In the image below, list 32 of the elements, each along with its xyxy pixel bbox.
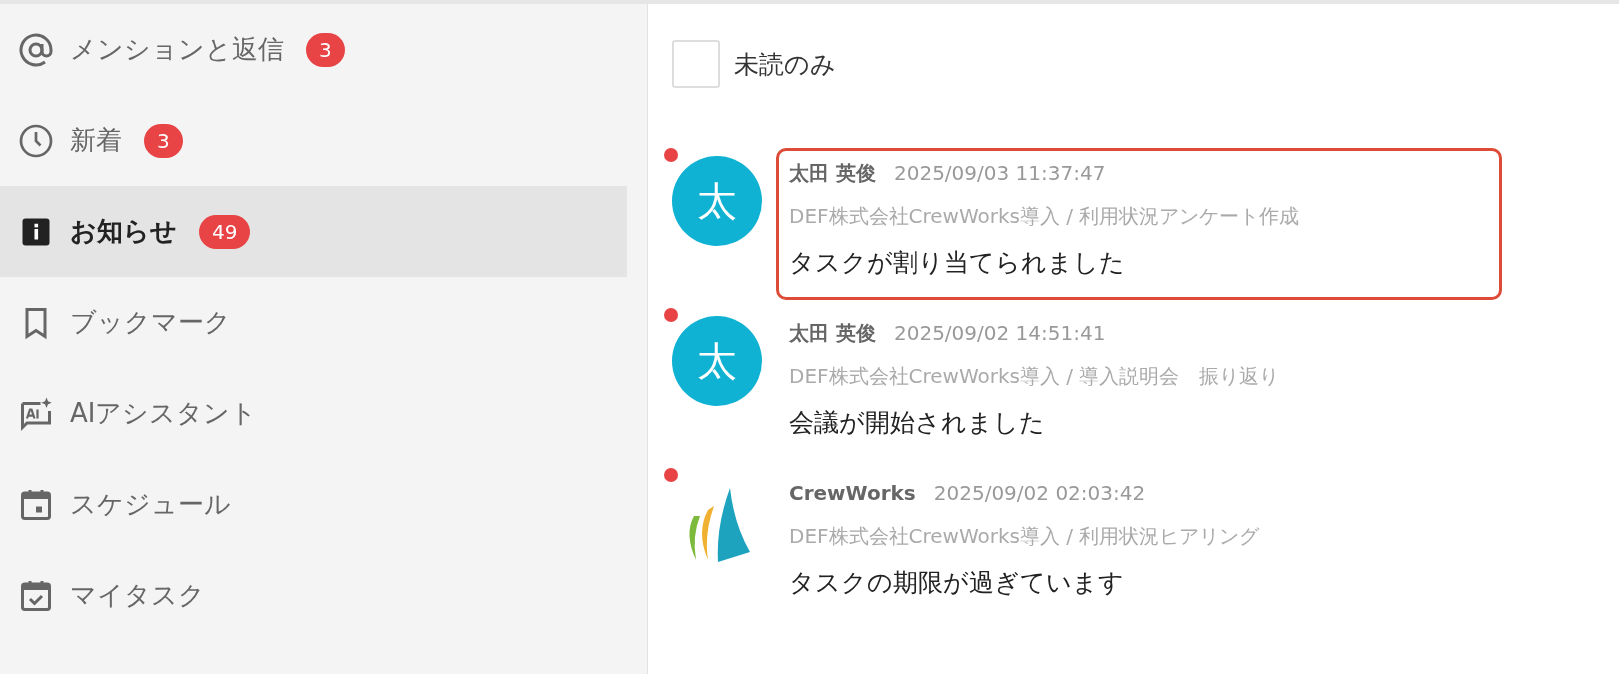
sidebar-item[interactable]: マイタスク <box>0 550 627 641</box>
at-icon <box>18 31 54 68</box>
clock-icon <box>18 122 54 159</box>
sender-name: 太田 英俊 <box>789 320 876 347</box>
avatar: 太 <box>672 156 762 246</box>
ai-chat-icon <box>18 395 54 432</box>
count-badge: 49 <box>199 214 251 249</box>
notification-card[interactable]: CrewWorks 2025/09/02 02:03:42 DEF株式会社CrewWorks導入 / 利用状況ヒアリング タスクの期限が過ぎています <box>776 468 1502 620</box>
notification-message: タスクの期限が過ぎています <box>789 567 1125 599</box>
avatar: 太 <box>672 316 762 406</box>
notification-message: タスクが割り当てられました <box>789 247 1126 279</box>
notification-card[interactable]: 太田 英俊 2025/09/03 11:37:47 DEF株式会社CrewWorks導入 / 利用状況アンケート作成 タスクが割り当てられました <box>776 148 1502 300</box>
count-badge: 3 <box>144 123 183 158</box>
checkbox-label[interactable]: 未読のみ <box>734 47 836 81</box>
timestamp: 2025/09/03 11:37:47 <box>893 160 1106 187</box>
count-badge: 3 <box>306 32 345 67</box>
sidebar-item[interactable]: スケジュール <box>0 459 627 550</box>
timestamp: 2025/09/02 14:51:41 <box>893 320 1106 347</box>
sidebar-item[interactable]: ブックマーク <box>0 277 627 368</box>
project-path: DEF株式会社CrewWorks導入 / 導入説明会 振り返り <box>789 363 1281 390</box>
sender-name: 太田 英俊 <box>789 160 876 187</box>
timestamp: 2025/09/02 02:03:42 <box>933 480 1146 507</box>
sidebar-item[interactable]: 新着 3 <box>0 95 627 186</box>
sender-name: CrewWorks <box>789 480 916 507</box>
project-path: DEF株式会社CrewWorks導入 / 利用状況ヒアリング <box>789 523 1261 550</box>
sidebar-item[interactable]: AIアシスタント <box>0 368 627 459</box>
checkbox[interactable] <box>672 40 720 88</box>
notification-message: 会議が開始されました <box>789 407 1046 439</box>
notification-card[interactable]: 太田 英俊 2025/09/02 14:51:41 DEF株式会社CrewWorks導入 / 導入説明会 振り返り 会議が開始されました <box>776 308 1502 460</box>
project-path: DEF株式会社CrewWorks導入 / 利用状況アンケート作成 <box>789 203 1301 230</box>
sidebar-item[interactable]: メンションと返信 3 <box>0 4 627 95</box>
sidebar-item[interactable]: お知らせ 49 <box>0 186 627 277</box>
